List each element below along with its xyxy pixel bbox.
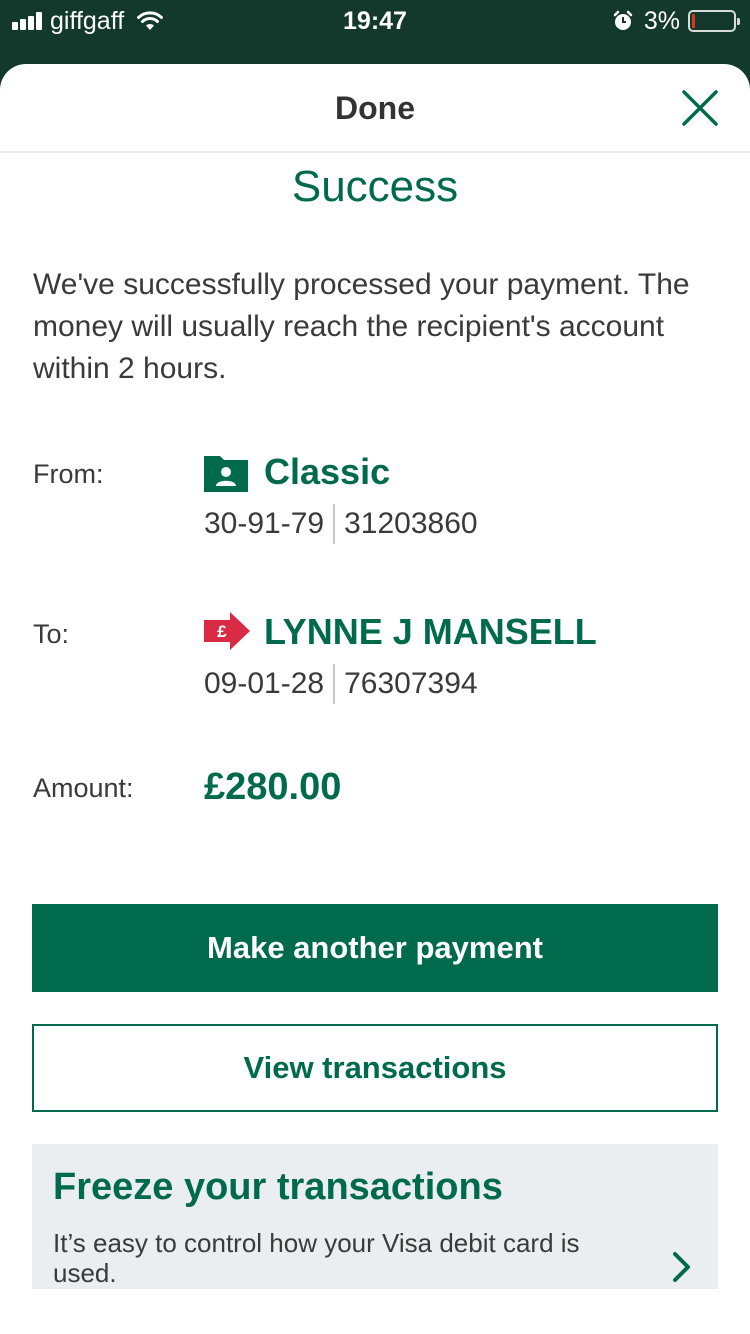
to-label: To: [33, 619, 70, 649]
payee-icon-glyph: £ [217, 622, 227, 641]
close-icon[interactable] [678, 86, 722, 130]
to-account-details: 09-01-28 76307394 [204, 664, 478, 704]
to-divider [333, 664, 336, 704]
chevron-right-icon[interactable] [670, 1250, 694, 1284]
from-account-name: Classic [264, 451, 391, 492]
amount-label: Amount: [33, 773, 134, 803]
status-bar: giffgaff 19:47 3% [0, 0, 750, 44]
battery-icon [688, 10, 740, 32]
make-another-payment-button[interactable]: Make another payment [32, 904, 718, 992]
payment-success-sheet: Done Success We've successfully processe… [0, 64, 750, 1334]
success-message: We've successfully processed your paymen… [33, 268, 690, 385]
status-bar-right: 3% [612, 6, 740, 36]
to-account-number: 76307394 [344, 667, 478, 700]
view-transactions-button[interactable]: View transactions [32, 1024, 718, 1112]
alarm-icon [613, 10, 633, 30]
to-payee-name: LYNNE J MANSELL [264, 611, 597, 652]
promo-text: It’s easy to control how your Visa debit… [53, 1228, 580, 1288]
amount-value: £280.00 [204, 766, 342, 808]
battery-percentage: 3% [643, 7, 680, 35]
nav-title: Done [335, 90, 415, 126]
promo-title: Freeze your transactions [53, 1166, 503, 1208]
nav-bar: Done [0, 64, 750, 153]
from-label: From: [33, 459, 104, 489]
payee-arrow-icon: £ [204, 612, 250, 650]
battery-level [692, 14, 695, 28]
account-folder-icon [204, 456, 248, 492]
to-sort-code: 09-01-28 [204, 667, 325, 700]
from-sort-code: 30-91-79 [204, 507, 325, 540]
from-divider [333, 504, 336, 544]
success-title: Success [291, 162, 459, 211]
from-account-details: 30-91-79 31203860 [204, 504, 478, 544]
from-account-number: 31203860 [344, 507, 478, 540]
freeze-transactions-promo[interactable]: Freeze your transactions It’s easy to co… [32, 1144, 718, 1289]
